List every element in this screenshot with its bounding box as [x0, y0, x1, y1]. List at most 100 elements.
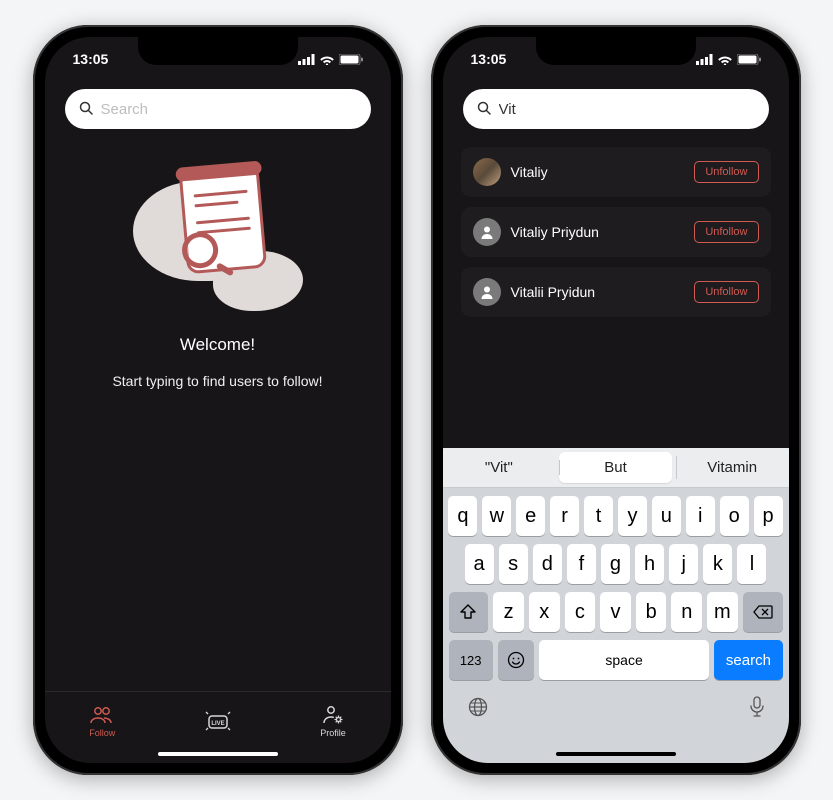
key-b[interactable]: b — [636, 592, 667, 632]
search-container — [45, 81, 391, 139]
key-y[interactable]: y — [618, 496, 647, 536]
key-j[interactable]: j — [669, 544, 698, 584]
key-q[interactable]: q — [448, 496, 477, 536]
key-u[interactable]: u — [652, 496, 681, 536]
search-icon — [477, 101, 491, 118]
unfollow-button[interactable]: Unfollow — [694, 281, 758, 303]
key-l[interactable]: l — [737, 544, 766, 584]
search-icon — [79, 101, 93, 118]
tab-profile[interactable]: Profile — [320, 704, 346, 738]
keyboard-row: a s d f g h j k l — [447, 544, 785, 584]
wifi-icon — [319, 54, 335, 65]
home-indicator[interactable] — [556, 752, 676, 756]
search-results: Vitaliy Unfollow Vitaliy Priydun Unfollo… — [443, 139, 789, 317]
key-v[interactable]: v — [600, 592, 631, 632]
phone-left: 13:05 — [33, 25, 403, 775]
suggestion[interactable]: But — [559, 452, 672, 483]
status-time: 13:05 — [471, 51, 507, 67]
search-input[interactable] — [101, 101, 357, 118]
search-key[interactable]: search — [714, 640, 782, 680]
tab-follow[interactable]: Follow — [89, 704, 115, 738]
screen-left: 13:05 — [45, 37, 391, 763]
key-a[interactable]: a — [465, 544, 494, 584]
avatar — [473, 158, 501, 186]
welcome-title: Welcome! — [180, 335, 255, 355]
key-k[interactable]: k — [703, 544, 732, 584]
tab-live[interactable]: LIVE — [205, 710, 231, 732]
phone-right: 13:05 — [431, 25, 801, 775]
backspace-icon — [753, 605, 773, 619]
notch — [138, 37, 298, 65]
svg-text:LIVE: LIVE — [211, 721, 224, 727]
spacer — [443, 317, 789, 448]
cellular-signal-icon — [696, 54, 713, 65]
suggestion[interactable]: "Vit" — [443, 448, 556, 487]
user-row[interactable]: Vitaliy Priydun Unfollow — [461, 207, 771, 257]
keyboard-suggestions: "Vit" But Vitamin — [443, 448, 789, 488]
tab-profile-label: Profile — [320, 728, 346, 738]
home-indicator[interactable] — [158, 752, 278, 756]
globe-icon — [467, 696, 489, 718]
search-container — [443, 81, 789, 139]
profile-gear-icon — [322, 704, 344, 726]
key-p[interactable]: p — [754, 496, 783, 536]
status-indicators — [298, 54, 363, 65]
key-w[interactable]: w — [482, 496, 511, 536]
key-n[interactable]: n — [671, 592, 702, 632]
globe-key[interactable] — [467, 696, 489, 723]
suggestion[interactable]: Vitamin — [676, 448, 789, 487]
key-o[interactable]: o — [720, 496, 749, 536]
unfollow-button[interactable]: Unfollow — [694, 221, 758, 243]
empty-state: Welcome! Start typing to find users to f… — [45, 139, 391, 691]
backspace-key[interactable] — [743, 592, 783, 632]
notch — [536, 37, 696, 65]
screen-right: 13:05 — [443, 37, 789, 763]
unfollow-button[interactable]: Unfollow — [694, 161, 758, 183]
battery-icon — [339, 54, 363, 65]
shift-key[interactable] — [449, 592, 489, 632]
key-t[interactable]: t — [584, 496, 613, 536]
search-input[interactable] — [499, 101, 755, 118]
search-bar[interactable] — [463, 89, 769, 129]
key-g[interactable]: g — [601, 544, 630, 584]
dictation-key[interactable] — [749, 696, 765, 723]
wifi-icon — [717, 54, 733, 65]
user-row[interactable]: Vitalii Pryidun Unfollow — [461, 267, 771, 317]
key-z[interactable]: z — [493, 592, 524, 632]
space-key[interactable]: space — [539, 640, 709, 680]
users-icon — [90, 704, 114, 726]
search-bar[interactable] — [65, 89, 371, 129]
mode-key[interactable]: 123 — [449, 640, 493, 680]
welcome-subtitle: Start typing to find users to follow! — [112, 373, 322, 389]
key-i[interactable]: i — [686, 496, 715, 536]
status-indicators — [696, 54, 761, 65]
avatar — [473, 218, 501, 246]
key-f[interactable]: f — [567, 544, 596, 584]
mic-icon — [749, 696, 765, 718]
key-x[interactable]: x — [529, 592, 560, 632]
key-e[interactable]: e — [516, 496, 545, 536]
key-h[interactable]: h — [635, 544, 664, 584]
key-r[interactable]: r — [550, 496, 579, 536]
shift-icon — [459, 604, 477, 620]
user-name: Vitalii Pryidun — [511, 284, 685, 300]
emoji-key[interactable] — [498, 640, 534, 680]
keyboard: "Vit" But Vitamin q w e r t y u i o p a … — [443, 448, 789, 763]
cellular-signal-icon — [298, 54, 315, 65]
tab-follow-label: Follow — [89, 728, 115, 738]
user-row[interactable]: Vitaliy Unfollow — [461, 147, 771, 197]
user-name: Vitaliy Priydun — [511, 224, 685, 240]
live-icon: LIVE — [205, 710, 231, 732]
key-d[interactable]: d — [533, 544, 562, 584]
keyboard-row: 123 space search — [447, 640, 785, 680]
status-time: 13:05 — [73, 51, 109, 67]
key-m[interactable]: m — [707, 592, 738, 632]
emoji-icon — [507, 651, 525, 669]
keyboard-row: z x c v b n m — [447, 592, 785, 632]
key-s[interactable]: s — [499, 544, 528, 584]
user-name: Vitaliy — [511, 164, 685, 180]
key-c[interactable]: c — [565, 592, 596, 632]
keyboard-bottom — [447, 688, 785, 723]
keyboard-row: q w e r t y u i o p — [447, 496, 785, 536]
avatar — [473, 278, 501, 306]
